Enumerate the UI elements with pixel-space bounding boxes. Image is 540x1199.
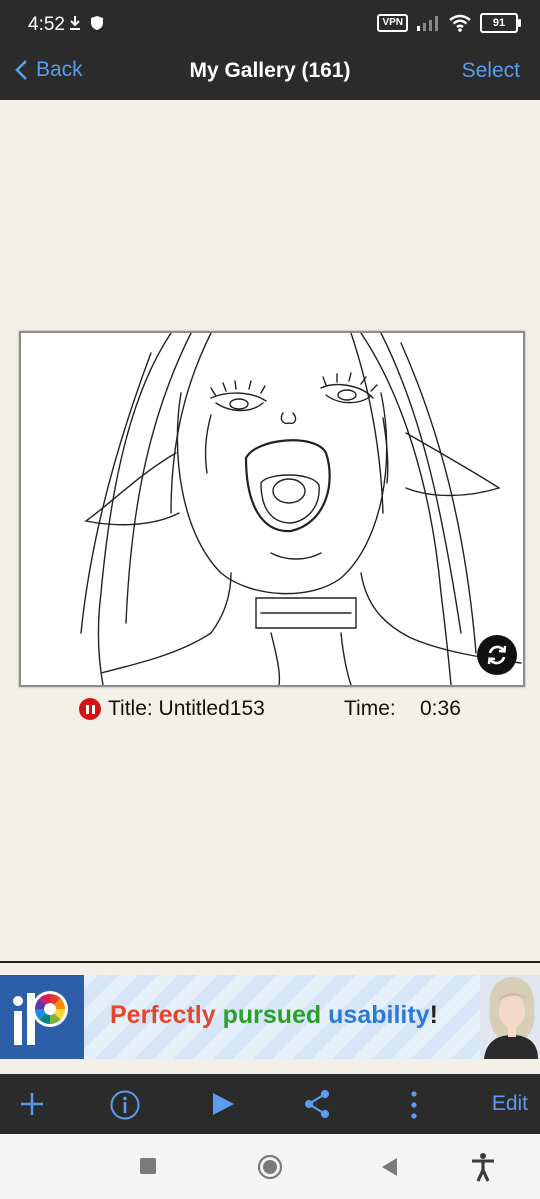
vpn-badge: VPN bbox=[377, 14, 408, 32]
select-button[interactable]: Select bbox=[462, 59, 520, 83]
ad-bang: ! bbox=[429, 1001, 438, 1029]
edit-button[interactable]: Edit bbox=[492, 1092, 528, 1116]
more-icon[interactable] bbox=[409, 1090, 419, 1120]
accessibility-icon[interactable] bbox=[470, 1152, 496, 1182]
share-icon[interactable] bbox=[303, 1089, 331, 1119]
info-icon[interactable] bbox=[109, 1089, 141, 1121]
signal-icon bbox=[417, 16, 438, 31]
time-label: Time: bbox=[344, 697, 396, 720]
square-icon[interactable] bbox=[139, 1157, 157, 1175]
wifi-icon bbox=[449, 14, 471, 32]
ad-headline: Perfectly pursued usability! bbox=[110, 1001, 438, 1030]
artwork-info: Title: Untitled153 Time: 0:36 bbox=[0, 697, 540, 725]
system-nav-bar bbox=[0, 1134, 540, 1199]
ad-word-3: usability bbox=[328, 1001, 430, 1029]
triangle-icon[interactable] bbox=[380, 1157, 398, 1177]
rotate-button[interactable] bbox=[477, 635, 517, 675]
ad-banner[interactable]: Perfectly pursued usability! bbox=[0, 975, 540, 1059]
record-pause-icon[interactable] bbox=[79, 698, 101, 720]
sketch-image bbox=[80, 333, 522, 685]
nav-bar: Back My Gallery (161) Select bbox=[0, 48, 540, 100]
rotate-icon bbox=[487, 645, 507, 665]
divider bbox=[0, 961, 540, 963]
ibispaint-logo bbox=[0, 975, 84, 1059]
plus-icon[interactable] bbox=[18, 1088, 46, 1120]
artwork-preview[interactable] bbox=[19, 331, 525, 687]
ad-word-1: Perfectly bbox=[110, 1001, 216, 1029]
ad-word-2: pursued bbox=[222, 1001, 322, 1029]
circle-icon[interactable] bbox=[257, 1154, 283, 1180]
ad-character-image bbox=[480, 975, 540, 1059]
page-title: My Gallery (161) bbox=[189, 59, 351, 82]
download-icon bbox=[70, 16, 80, 30]
bottom-toolbar: Edit bbox=[0, 1074, 540, 1134]
artwork-title: Title: Untitled153 bbox=[108, 697, 265, 720]
battery-level: 91 bbox=[492, 17, 506, 29]
shield-icon bbox=[91, 16, 103, 30]
status-bar: 4:52 VPN 91 bbox=[0, 0, 540, 48]
time-value: 0:36 bbox=[420, 697, 461, 720]
play-icon[interactable] bbox=[210, 1091, 236, 1117]
status-time: 4:52 bbox=[28, 14, 65, 35]
battery-icon: 91 bbox=[480, 13, 521, 33]
